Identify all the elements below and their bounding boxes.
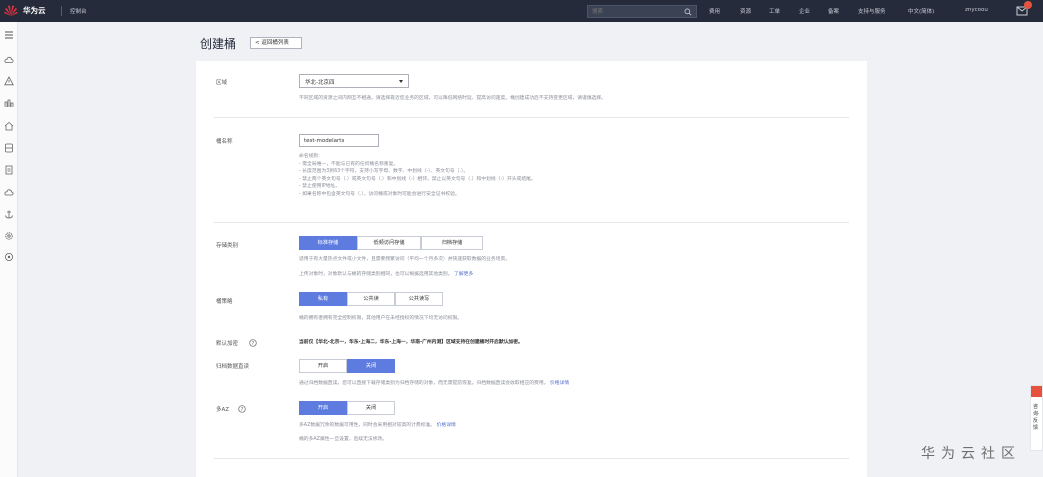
consult-feedback-tab[interactable]: 咨询·反馈 xyxy=(1030,385,1043,451)
bucket-policy-help: 桶的拥有者拥有完全控制权限，其他用户在未经授权的情况下均无访问权限。 xyxy=(299,316,463,321)
storage-class-archive[interactable]: 归档存储 xyxy=(421,236,483,250)
circle-icon[interactable] xyxy=(4,252,14,262)
learn-more-link[interactable]: 了解更多 xyxy=(454,272,473,277)
brand-name[interactable]: 华为云 xyxy=(23,5,46,16)
console-link[interactable]: 控制台 xyxy=(70,7,87,15)
language-switcher[interactable]: 中文(简体) xyxy=(908,7,934,15)
multi-az-help: 多AZ数据冗余的数据可用性，同时会采用相对较高的计费标准。 价格详情 xyxy=(299,422,456,430)
cloud-icon[interactable] xyxy=(4,55,14,65)
chevron-down-icon xyxy=(399,80,403,83)
rule-line: - 禁止两个英文句号（.）或英文句号（.）和中划线（-）相邻，禁止以英文句号（.… xyxy=(299,176,536,182)
storage-class-infrequent[interactable]: 低频访问存储 xyxy=(357,236,421,250)
nav-enterprise[interactable]: 企业 xyxy=(799,7,810,15)
multi-az-off[interactable]: 关闭 xyxy=(347,401,395,415)
svg-text:?: ? xyxy=(252,341,255,347)
back-to-bucket-list-button[interactable]: < 返回桶列表 xyxy=(250,37,302,49)
multi-az-price-details-link[interactable]: 价格详情 xyxy=(437,423,456,428)
bucket-policy-label: 桶策略 xyxy=(216,299,233,305)
search-input[interactable] xyxy=(592,7,680,17)
storage-class-standard[interactable]: 标准存储 xyxy=(299,236,357,250)
home-icon[interactable] xyxy=(4,121,14,131)
storage-icon[interactable] xyxy=(4,143,14,153)
bucket-name-rules: 命名规则: - 需全局唯一，不能与已有的任何桶名称重复。 - 长度范围为3到63… xyxy=(299,153,536,198)
section-divider xyxy=(214,458,849,459)
bucket-name-input[interactable] xyxy=(299,134,379,147)
rule-line: - 长度范围为3到63个字符，支持小写字母、数字、中划线（-）、英文句号（.）。 xyxy=(299,169,469,174)
topbar-divider xyxy=(61,6,62,16)
menu-icon[interactable] xyxy=(4,30,14,40)
storage-class-label: 存储类别 xyxy=(216,243,239,249)
section-divider xyxy=(214,117,849,118)
policy-public-read[interactable]: 公共读 xyxy=(347,292,395,306)
default-encryption-text: 当前仅【华北-北京一，华东-上海二，华东-上海一，华南-广州内测】区域支持在创建… xyxy=(299,340,523,345)
warning-icon[interactable] xyxy=(4,76,14,86)
settings-icon[interactable] xyxy=(4,231,14,241)
region-help-text: 不同区域的资源之间内网互不相通。请选择靠近您业务的区域，可以降低网络时延、提高访… xyxy=(299,96,607,101)
help-question-icon[interactable]: ? xyxy=(238,405,246,413)
rule-line: - 需全局唯一，不能与已有的任何桶名称重复。 xyxy=(299,161,399,167)
chat-icon[interactable] xyxy=(1031,386,1042,397)
region-selected-value: 华北-北京四 xyxy=(305,80,335,86)
section-divider xyxy=(214,222,849,223)
bucket-name-label: 桶名称 xyxy=(216,139,233,145)
create-bucket-form: 区域 华北-北京四 不同区域的资源之间内网互不相通。请选择靠近您业务的区域，可以… xyxy=(196,61,867,477)
watermark: 华为云社区 xyxy=(921,446,1021,462)
archive-direct-read-help: 通过归档数据直读，您可以直接下载存储类别为归档存储的对象，而无需提前恢复。归档数… xyxy=(299,380,569,388)
help-question-icon[interactable]: ? xyxy=(249,339,257,347)
svg-text:?: ? xyxy=(241,407,244,413)
region-select[interactable]: 华北-北京四 xyxy=(299,74,409,88)
nav-icp-filing[interactable]: 备案 xyxy=(828,7,839,15)
rule-line: 命名规则: xyxy=(299,154,320,159)
archive-read-off[interactable]: 关闭 xyxy=(347,359,395,373)
cloud-upload-icon[interactable] xyxy=(4,187,14,197)
policy-private[interactable]: 私有 xyxy=(299,292,347,306)
nav-billing[interactable]: 费用 xyxy=(709,7,720,15)
notification-badge xyxy=(1024,1,1032,9)
multi-az-label: 多AZ xyxy=(216,407,230,413)
storage-class-help-2: 上传对象时，对象默认与桶的存储类别相同，也可以根据选用其他类别。 了解更多 xyxy=(299,271,473,279)
storage-class-help: 适用于有大量热点文件或小文件，且需要频繁访问（平均一个月多次）并快速获取数据的业… xyxy=(299,257,511,262)
multi-az-on[interactable]: 开启 xyxy=(299,401,347,415)
chart-icon[interactable] xyxy=(4,98,14,108)
app-root: 华为云 控制台 费用 资源 工单 企业 备案 支持与服务 中文(简体) znyc… xyxy=(0,0,1043,477)
huawei-logo-icon[interactable] xyxy=(3,3,19,19)
consult-feedback-label: 咨询·反馈 xyxy=(1033,404,1040,431)
nav-support[interactable]: 支持与服务 xyxy=(858,7,886,15)
region-label: 区域 xyxy=(216,80,228,86)
default-encryption-label: 默认加密 xyxy=(216,341,239,347)
nav-tickets[interactable]: 工单 xyxy=(769,7,780,15)
multi-az-help-text: 多AZ数据冗余的数据可用性，同时会采用相对较高的计费标准。 xyxy=(299,423,436,428)
global-search[interactable] xyxy=(587,5,697,18)
search-icon[interactable] xyxy=(684,8,692,16)
document-icon[interactable] xyxy=(4,165,14,175)
top-navigation-bar: 华为云 控制台 费用 资源 工单 企业 备案 支持与服务 中文(简体) znyc… xyxy=(0,0,1043,22)
rule-line: - 如果名称中包含英文句号（.），访问桶或对象时可能会进行安全证书校验。 xyxy=(299,191,460,197)
archive-price-details-link[interactable]: 价格详情 xyxy=(550,381,569,386)
archive-direct-read-help-text: 通过归档数据直读，您可以直接下载存储类别为归档存储的对象，而无需提前恢复。归档数… xyxy=(299,381,549,386)
storage-class-help-2-text: 上传对象时，对象默认与桶的存储类别相同，也可以根据选用其他类别。 xyxy=(299,272,453,277)
archive-read-on[interactable]: 开启 xyxy=(299,359,347,373)
policy-public-read-write[interactable]: 公共读写 xyxy=(395,292,443,306)
rule-line: - 禁止使用IP地址。 xyxy=(299,184,341,189)
service-sidebar xyxy=(0,22,18,477)
anchor-icon[interactable] xyxy=(4,209,14,219)
archive-direct-read-label: 归档数据直读 xyxy=(216,364,250,370)
multi-az-help-2: 桶的多AZ属性一旦设置，后续无法修改。 xyxy=(299,437,388,442)
user-account[interactable]: znycoou xyxy=(965,7,988,13)
nav-resources[interactable]: 资源 xyxy=(740,7,751,15)
page-title: 创建桶 xyxy=(200,37,237,51)
